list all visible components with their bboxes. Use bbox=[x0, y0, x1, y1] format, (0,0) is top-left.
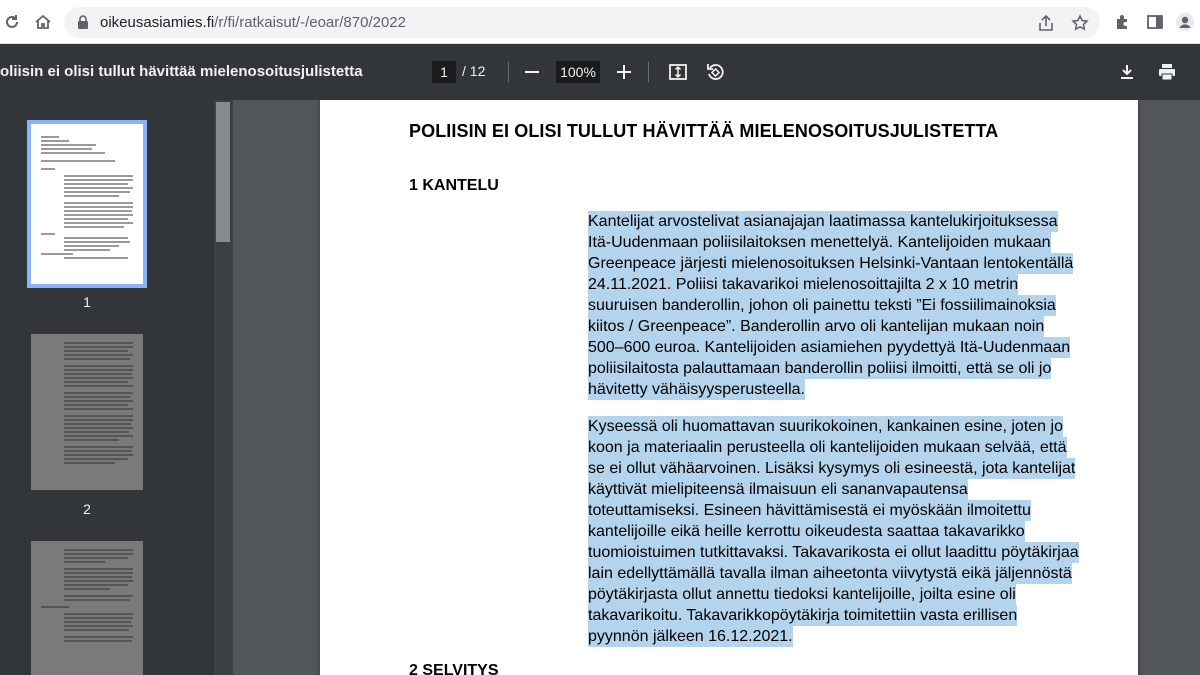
paragraph-line: pöytäkirjasta ollut annettu tiedoksi kan… bbox=[588, 584, 1016, 605]
paragraph-line: kiitos / Greenpeace”. Banderollin arvo o… bbox=[588, 316, 1045, 337]
paragraph-line: suuruisen banderollin, johon oli painett… bbox=[588, 295, 1056, 316]
side-panel-icon[interactable] bbox=[1144, 11, 1166, 33]
paragraph-2: Kyseessä oli huomattavan suurikokoinen, … bbox=[588, 416, 1113, 647]
paragraph-line: poliisilaitosta palauttamaan banderollin… bbox=[588, 358, 1052, 379]
page-thumbnail-label: 2 bbox=[83, 501, 91, 517]
paragraph-line: toteuttamiseksi. Esineen hävittämisestä … bbox=[588, 500, 1031, 521]
document-title: POLIISIN EI OLISI TULLUT HÄVITTÄÄ MIELEN… bbox=[409, 121, 999, 141]
reload-icon[interactable] bbox=[0, 10, 24, 34]
pdf-document-title: oliisin ei olisi tullut hävittää mieleno… bbox=[0, 63, 363, 80]
paragraph-line: Kyseessä oli huomattavan suurikokoinen, … bbox=[588, 416, 1063, 437]
paragraph-line: se ei ollut vähäarvoinen. Lisäksi kysymy… bbox=[588, 458, 1076, 479]
paragraph-line: 24.11.2021. Poliisi takavarikoi mielenos… bbox=[588, 274, 1019, 295]
paragraph-line: tuomioistuimen tutkittavaksi. Takavariko… bbox=[588, 542, 1079, 563]
paragraph-line: Itä-Uudenmaan poliisilaitoksen menettely… bbox=[588, 232, 1051, 253]
page-thumbnail-3[interactable] bbox=[31, 541, 143, 675]
paragraph-line: kantelijoille eikä heille kerrottu oikeu… bbox=[588, 521, 1025, 542]
page-thumbnail-2[interactable] bbox=[31, 334, 143, 490]
section-heading-selvitys: 2 SELVITYS bbox=[409, 662, 499, 675]
page-number-input[interactable]: 1 bbox=[432, 61, 456, 83]
pdf-page: POLIISIN EI OLISI TULLUT HÄVITTÄÄ MIELEN… bbox=[320, 100, 1138, 675]
profile-avatar-icon[interactable] bbox=[1174, 11, 1196, 33]
toolbar-divider bbox=[508, 62, 509, 82]
rotate-icon[interactable] bbox=[703, 60, 727, 84]
paragraph-line: Kantelijat arvostelivat asianajajan laat… bbox=[588, 211, 1058, 232]
sidebar-scrollbar-thumb[interactable] bbox=[216, 102, 230, 242]
paragraph-line: koon ja materiaalin perusteella oli kant… bbox=[588, 437, 1067, 458]
zoom-out-icon[interactable] bbox=[520, 60, 544, 84]
address-bar[interactable]: oikeusasiamies.fi/r/fi/ratkaisut/-/eoar/… bbox=[64, 7, 1100, 38]
paragraph-line: Greenpeace järjesti mielenosoituksen Hel… bbox=[588, 253, 1074, 274]
fit-to-page-icon[interactable] bbox=[666, 60, 690, 84]
zoom-level-input[interactable]: 100% bbox=[556, 61, 600, 83]
paragraph-line: takavarikoitu. Takavarikkopöytäkirja toi… bbox=[588, 605, 1018, 626]
thumbnail-sidebar: 1 2 bbox=[0, 100, 233, 675]
page-thumbnail-1[interactable] bbox=[27, 120, 147, 288]
paragraph-line: hävitetty vähäisyysperusteella. bbox=[588, 379, 805, 400]
paragraph-line: käyttivät mielipiteensä ilmaisuun eli sa… bbox=[588, 479, 968, 500]
section-heading-kantelu: 1 KANTELU bbox=[409, 177, 499, 194]
paragraph-line: lain edellyttämällä tavalla ilman aiheet… bbox=[588, 563, 1072, 584]
paragraph-line: pyynnön jälkeen 16.12.2021. bbox=[588, 626, 793, 647]
share-icon[interactable] bbox=[1036, 13, 1056, 33]
home-icon[interactable] bbox=[31, 10, 55, 34]
page-thumbnail-label: 1 bbox=[83, 294, 91, 310]
thumbnail-list: 1 2 bbox=[0, 100, 214, 675]
extensions-icon[interactable] bbox=[1112, 11, 1134, 33]
print-icon[interactable] bbox=[1155, 60, 1179, 84]
browser-toolbar: oikeusasiamies.fi/r/fi/ratkaisut/-/eoar/… bbox=[0, 0, 1200, 44]
download-icon[interactable] bbox=[1115, 60, 1139, 84]
pdf-viewer[interactable]: POLIISIN EI OLISI TULLUT HÄVITTÄÄ MIELEN… bbox=[233, 100, 1200, 675]
page-total: / 12 bbox=[462, 63, 486, 79]
paragraph-line: 500–600 euroa. Kantelijoiden asiamiehen … bbox=[588, 337, 1071, 358]
url-text: oikeusasiamies.fi/r/fi/ratkaisut/-/eoar/… bbox=[100, 14, 406, 31]
lock-icon[interactable] bbox=[75, 14, 91, 30]
bookmark-star-icon[interactable] bbox=[1070, 13, 1090, 33]
zoom-in-icon[interactable] bbox=[612, 60, 636, 84]
paragraph-1: Kantelijat arvostelivat asianajajan laat… bbox=[588, 211, 1113, 400]
toolbar-divider bbox=[648, 62, 649, 82]
pdf-toolbar: oliisin ei olisi tullut hävittää mieleno… bbox=[0, 44, 1200, 100]
